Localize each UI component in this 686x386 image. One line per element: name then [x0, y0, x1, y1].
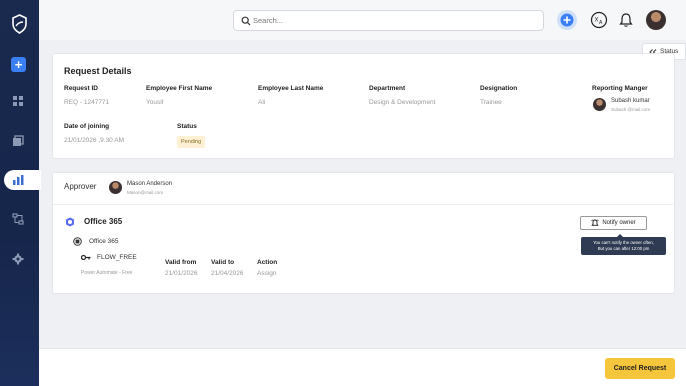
section-title: Request Details — [64, 66, 132, 76]
notify-tooltip: You can't notify the owner often, But yo… — [581, 234, 666, 255]
notifications-button[interactable] — [616, 10, 636, 30]
department-label: Department — [369, 85, 406, 92]
search-icon — [241, 16, 251, 26]
designation-value: Trainee — [480, 99, 502, 106]
manager-name: Subash kumar — [611, 98, 650, 104]
dashboard-icon[interactable] — [12, 95, 24, 107]
last-name-label: Employee Last Name — [258, 85, 324, 92]
approver-email: Mason@mail.com — [127, 190, 164, 195]
sub-product: Office 365 — [89, 238, 119, 245]
action-label: Action — [257, 259, 278, 266]
request-id-label: Request ID — [64, 85, 98, 92]
valid-to-value: 21/04/2026 — [211, 270, 244, 277]
svg-text:X: X — [595, 18, 599, 24]
valid-to-label: Valid to — [211, 259, 235, 266]
approver-avatar — [109, 181, 122, 194]
add-circle-button[interactable] — [557, 10, 577, 30]
approver-card: Approver Mason Anderson Mason@mail.com O… — [52, 172, 676, 294]
user-avatar[interactable] — [646, 10, 666, 30]
plan-description: Power Automate - Free — [81, 270, 133, 276]
approver-label: Approver — [64, 182, 97, 191]
tooltip-line-2: But you can after 12:00 pm — [597, 245, 650, 251]
translate-icon: X A — [590, 11, 608, 29]
last-name-value: Ali — [258, 99, 266, 106]
status-badge: Pending — [177, 136, 206, 148]
bottom-bar — [39, 348, 686, 386]
approver-name: Mason Anderson — [127, 181, 173, 187]
notify-owner-button[interactable]: Notify owner — [580, 216, 647, 230]
copy-icon[interactable] — [12, 135, 24, 147]
svg-text:A: A — [599, 20, 603, 26]
joining-value: 21/01/2026 ,9.30 AM — [64, 137, 124, 144]
divider — [53, 204, 676, 205]
workflow-icon[interactable] — [12, 213, 24, 225]
valid-from-value: 21/01/2026 — [165, 270, 198, 277]
plan-name: FLOW_FREE — [97, 254, 137, 261]
package-icon — [73, 237, 82, 246]
sidebar: + — [0, 0, 41, 386]
first-name-value: Yousif — [146, 99, 164, 106]
bell-icon — [619, 13, 633, 27]
status-label: Status — [177, 123, 197, 130]
request-details-card: Request Details Request ID REQ - 1247771… — [52, 53, 675, 159]
joining-label: Date of joining — [64, 123, 110, 130]
product-title: Office 365 — [84, 217, 123, 226]
key-icon — [81, 254, 91, 261]
tooltip-line-1: You can't notify the owner often, — [593, 240, 654, 245]
request-id-value: REQ - 1247771 — [64, 99, 110, 106]
office-365-icon — [66, 217, 74, 227]
search-box[interactable] — [233, 10, 544, 31]
first-name-label: Employee First Name — [146, 85, 213, 92]
manager-email: Subash @mail.com — [611, 107, 651, 112]
department-value: Design & Development — [369, 99, 436, 106]
manager-label: Reporting Manger — [592, 85, 648, 92]
action-value[interactable]: Assign — [257, 270, 277, 277]
cancel-request-button[interactable]: Cancel Request — [605, 358, 675, 379]
designation-label: Designation — [480, 85, 518, 92]
translate-button[interactable]: X A — [589, 10, 609, 30]
notify-owner-label: Notify owner — [602, 220, 636, 226]
search-input[interactable] — [253, 13, 533, 28]
add-circle-icon — [560, 13, 574, 27]
chart-icon[interactable] — [12, 174, 24, 186]
shield-logo-icon[interactable] — [11, 14, 28, 34]
add-button[interactable]: + — [11, 57, 26, 72]
alarm-icon — [591, 219, 599, 226]
valid-from-label: Valid from — [165, 259, 197, 266]
manager-avatar — [593, 98, 606, 111]
gear-icon[interactable] — [12, 253, 24, 265]
